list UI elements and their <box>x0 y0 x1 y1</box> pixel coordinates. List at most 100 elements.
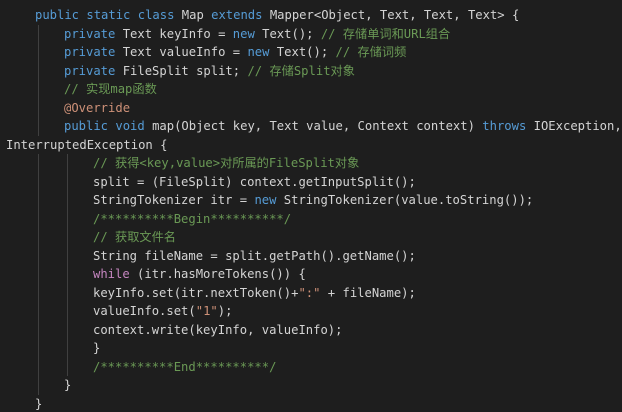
code-token: IOException, <box>526 119 622 133</box>
code-token: // 存储词频 <box>335 45 407 59</box>
code-line[interactable]: } <box>0 395 622 412</box>
code-token: Text valueInfo = <box>115 45 248 59</box>
code-line[interactable]: public static class Map extends Mapper<O… <box>0 6 622 25</box>
code-token: } <box>64 378 72 392</box>
code-line-content: // 获取文件名 <box>93 228 176 247</box>
indent-guide <box>38 357 39 376</box>
indent-guide <box>67 320 68 339</box>
code-token: (itr.hasMoreTokens()) { <box>129 267 306 281</box>
code-lines: public static class Map extends Mapper<O… <box>0 6 622 412</box>
code-line[interactable]: } <box>0 376 622 395</box>
code-line-content: StringTokenizer itr = new StringTokenize… <box>93 191 533 210</box>
indent-guide <box>38 246 39 265</box>
code-token: map(Object key, Text value, Context cont… <box>144 119 483 133</box>
code-token: /**********Begin**********/ <box>93 211 292 226</box>
code-line[interactable]: String fileName = split.getPath().getNam… <box>0 246 622 266</box>
code-line-content: public void map(Object key, Text value, … <box>64 117 622 136</box>
code-line[interactable]: // 获取文件名 <box>0 228 622 247</box>
code-token: // 实现map函数 <box>64 82 157 96</box>
code-line-content: valueInfo.set("1"); <box>93 302 232 321</box>
code-line[interactable]: public void map(Object key, Text value, … <box>0 117 622 136</box>
code-token: // 获得<key,value>对所属的FileSplit对象 <box>93 156 360 170</box>
code-line-content: } <box>35 395 42 412</box>
code-token: Text(); <box>269 45 336 59</box>
code-line-content: /**********Begin**********/ <box>93 210 291 229</box>
code-line-content: InterruptedException { <box>6 136 167 155</box>
indent-guide <box>38 191 39 210</box>
indent-guide <box>38 339 39 358</box>
indent-guide <box>38 61 39 80</box>
code-token: keyInfo.set(itr.nextToken()+ <box>93 285 299 300</box>
code-line[interactable]: // 实现map函数 <box>0 80 622 99</box>
code-token: while <box>93 267 130 281</box>
indent-guide <box>38 154 39 173</box>
code-token: new <box>232 26 255 41</box>
code-line-content: keyInfo.set(itr.nextToken()+":" + fileNa… <box>93 284 416 303</box>
code-token: Mapper<Object, Text, Text, Text> { <box>262 8 520 22</box>
code-token: context.write(keyInfo, valueInfo); <box>93 322 343 337</box>
code-line-content: // 获得<key,value>对所属的FileSplit对象 <box>93 154 359 173</box>
code-line[interactable]: context.write(keyInfo, valueInfo); <box>0 320 622 339</box>
indent-guide <box>67 283 68 302</box>
code-token: StringTokenizer(value.toString()); <box>276 193 534 207</box>
indent-guide <box>38 98 39 117</box>
code-token: throws <box>482 119 527 133</box>
code-token: /**********End**********/ <box>93 359 277 374</box>
code-line[interactable]: private Text valueInfo = new Text(); // … <box>0 43 622 62</box>
code-line-content: // 实现map函数 <box>64 80 157 99</box>
code-line[interactable]: // 获得<key,value>对所属的FileSplit对象 <box>0 154 622 173</box>
code-token: // 获取文件名 <box>93 230 176 244</box>
code-token: ); <box>217 304 233 318</box>
code-line[interactable]: /**********End**********/ <box>0 357 622 377</box>
code-editor[interactable]: public static class Map extends Mapper<O… <box>0 0 622 412</box>
code-line-content: split = (FileSplit) context.getInputSpli… <box>93 173 416 192</box>
code-line[interactable]: } <box>0 339 622 358</box>
code-line-content: public static class Map extends Mapper<O… <box>35 6 519 25</box>
code-line-content: /**********End**********/ <box>93 358 276 377</box>
indent-guide <box>67 154 68 173</box>
indent-guide <box>38 283 39 302</box>
code-token: ":" <box>298 285 321 300</box>
indent-guide <box>67 246 68 265</box>
code-line-content: @Override <box>64 99 130 118</box>
indent-guide <box>38 209 39 228</box>
code-line[interactable]: while (itr.hasMoreTokens()) { <box>0 265 622 284</box>
code-token: extends <box>211 8 263 22</box>
code-line-content: } <box>64 376 71 395</box>
code-token: Text(); <box>254 26 321 41</box>
indent-guide <box>38 43 39 62</box>
code-token: valueInfo.set( <box>93 304 196 318</box>
code-line-content: private FileSplit split; // 存储Split对象 <box>64 62 355 81</box>
code-token: void <box>115 119 145 133</box>
code-token: public <box>64 119 109 133</box>
indent-guide <box>67 209 68 228</box>
code-line[interactable]: valueInfo.set("1"); <box>0 302 622 321</box>
code-token: private <box>64 26 116 41</box>
indent-guide <box>38 302 39 321</box>
code-token: InterruptedException { <box>6 137 168 152</box>
code-line-content: while (itr.hasMoreTokens()) { <box>93 265 306 284</box>
indent-guide <box>67 302 68 321</box>
indent-guide <box>67 228 68 247</box>
indent-guide <box>38 172 39 191</box>
code-line-content: private Text keyInfo = new Text(); // 存储… <box>64 25 450 44</box>
code-line[interactable]: /**********Begin**********/ <box>0 209 622 229</box>
indent-guide <box>67 339 68 358</box>
code-line[interactable]: InterruptedException { <box>0 136 622 155</box>
indent-guide <box>67 191 68 210</box>
code-line-content: String fileName = split.getPath().getNam… <box>93 247 416 266</box>
code-token: } <box>93 341 101 355</box>
code-token: // 存储单词和URL组合 <box>320 26 451 41</box>
indent-guide <box>67 265 68 284</box>
code-line[interactable]: StringTokenizer itr = new StringTokenize… <box>0 191 622 210</box>
code-line[interactable]: private FileSplit split; // 存储Split对象 <box>0 61 622 81</box>
indent-guide <box>67 172 68 191</box>
code-token: @Override <box>64 100 131 115</box>
code-line[interactable]: split = (FileSplit) context.getInputSpli… <box>0 172 622 192</box>
code-token: // 存储Split对象 <box>247 63 355 78</box>
code-line[interactable]: private Text keyInfo = new Text(); // 存储… <box>0 24 622 44</box>
code-line[interactable]: @Override <box>0 98 622 118</box>
code-line[interactable]: keyInfo.set(itr.nextToken()+":" + fileNa… <box>0 283 622 303</box>
indent-guide <box>38 24 39 43</box>
